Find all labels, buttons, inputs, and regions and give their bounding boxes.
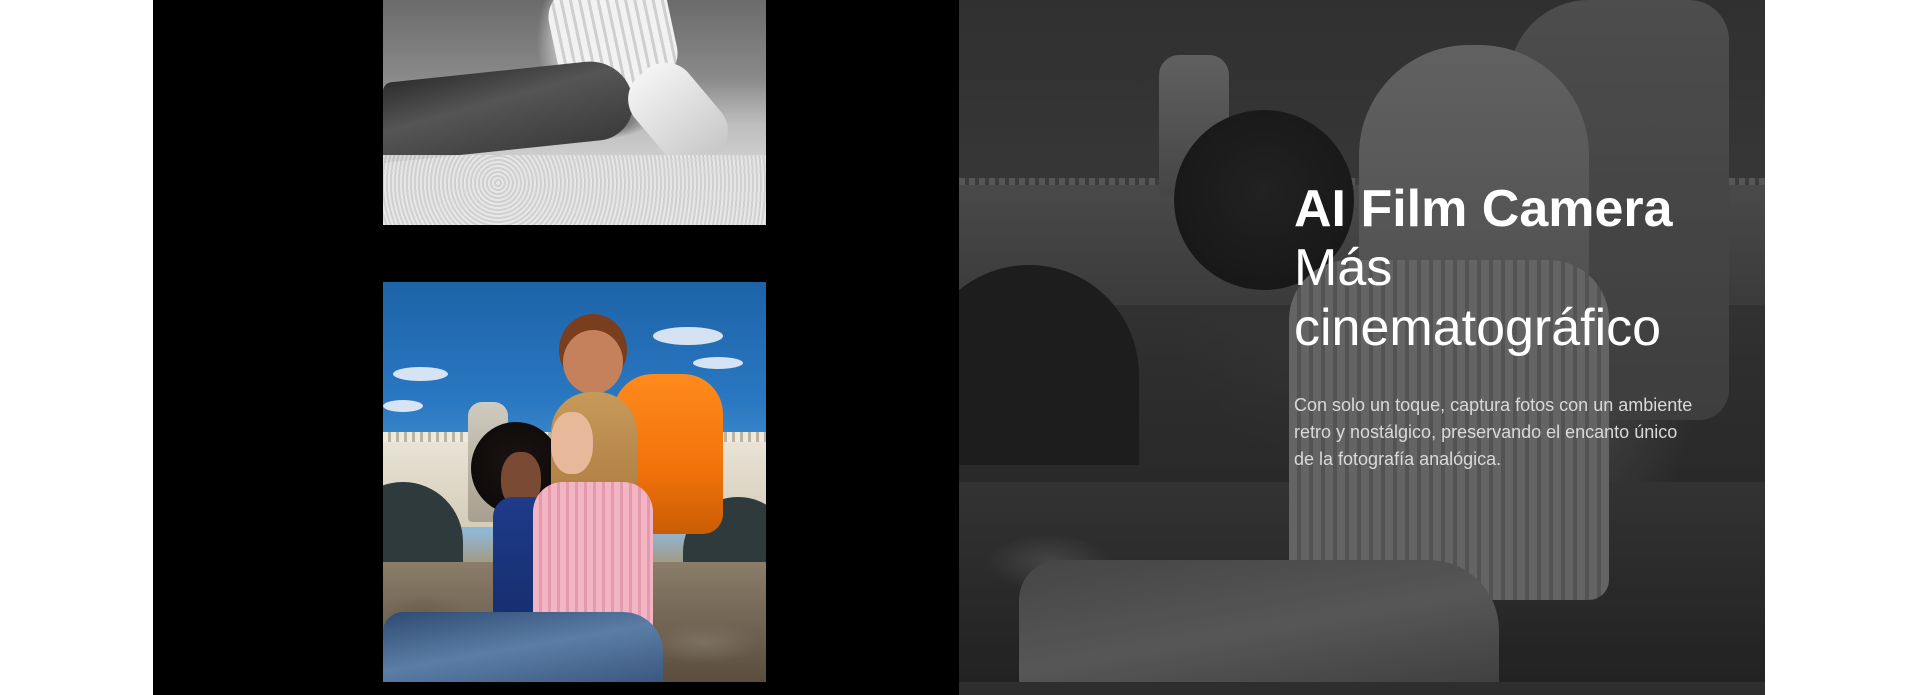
cloud [653, 327, 723, 345]
hero-subtitle: Más cinematográfico [1294, 238, 1714, 358]
photo-bw-jeans [383, 56, 633, 164]
hero-title: AI Film Camera [1294, 180, 1673, 238]
cloud [393, 367, 448, 381]
film-camera-section: AI Film Camera Más cinematográfico Con s… [153, 0, 1765, 695]
person-blonde-face [551, 412, 593, 474]
cloud [693, 357, 743, 369]
hero-subtitle-line1: Más [1294, 239, 1393, 297]
denim-jeans [383, 612, 663, 682]
photo-bw-sand [383, 155, 766, 225]
photo-color [383, 282, 766, 682]
page: AI Film Camera Más cinematográfico Con s… [0, 0, 1920, 695]
hero-description: Con solo un toque, captura fotos con un … [1294, 395, 1693, 469]
hero-subtitle-line2: cinematográfico [1294, 299, 1662, 357]
bottom-strip [959, 682, 1765, 695]
cloud [383, 400, 423, 412]
hero-photo: AI Film Camera Más cinematográfico Con s… [959, 0, 1765, 682]
hero-text-block: AI Film Camera Más cinematográfico Con s… [1294, 180, 1714, 473]
person-curly-hair [563, 330, 623, 394]
photo-bw-crop [383, 0, 766, 225]
